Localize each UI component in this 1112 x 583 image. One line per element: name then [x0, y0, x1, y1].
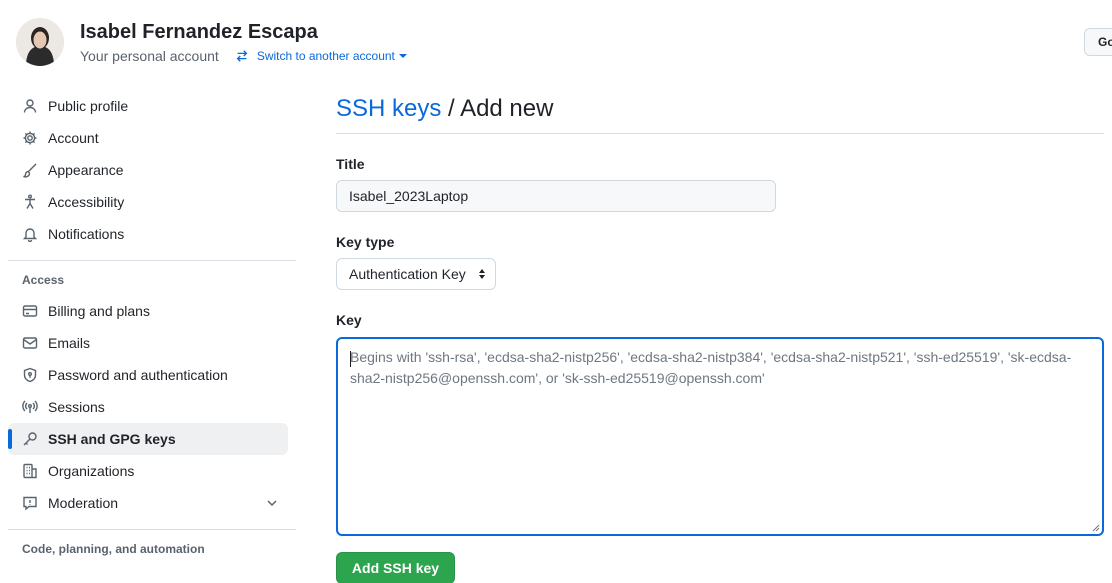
report-icon	[22, 495, 38, 511]
breadcrumb-separator: /	[441, 95, 461, 122]
bell-icon	[22, 226, 38, 242]
sidebar-item-label: Billing and plans	[48, 303, 150, 319]
key-type-label: Key type	[336, 234, 395, 250]
caret-down-icon	[398, 54, 407, 58]
sidebar-item-label: Moderation	[48, 495, 119, 511]
title-input[interactable]: Isabel_2023Laptop	[336, 180, 776, 212]
title-label: Title	[336, 156, 365, 172]
text-cursor	[350, 351, 351, 367]
sidebar-item-accessibility[interactable]: Accessibility	[8, 186, 296, 218]
paintbrush-icon	[22, 162, 38, 178]
section-title-code-planning: Code, planning, and automation	[22, 542, 205, 556]
sidebar-item-label: Account	[48, 130, 99, 146]
switch-arrows-icon	[236, 50, 248, 62]
mail-icon	[22, 335, 38, 351]
key-type-value: Authentication Key	[349, 266, 466, 282]
accessibility-icon	[22, 194, 38, 210]
sidebar-item-label: Password and authentication	[48, 367, 228, 383]
key-textarea[interactable]: Begins with 'ssh-rsa', 'ecdsa-sha2-nistp…	[336, 337, 1104, 536]
sidebar-item-account[interactable]: Account	[8, 122, 296, 154]
sidebar-item-label: Organizations	[48, 463, 135, 479]
sidebar-item-label: SSH and GPG keys	[48, 431, 176, 447]
sidebar-item-ssh-gpg-keys[interactable]: SSH and GPG keys	[8, 423, 288, 455]
page-title-text: Add new	[460, 95, 554, 122]
page-title: SSH keys / Add new	[336, 90, 1104, 134]
sidebar-item-password[interactable]: Password and authentication	[8, 359, 296, 391]
key-placeholder: Begins with 'ssh-rsa', 'ecdsa-sha2-nistp…	[350, 349, 1072, 386]
sidebar-item-organizations[interactable]: Organizations	[8, 455, 296, 487]
key-type-select[interactable]: Authentication Key	[336, 258, 496, 290]
key-icon	[22, 431, 38, 447]
sidebar-item-appearance[interactable]: Appearance	[8, 154, 296, 186]
sidebar-item-sessions[interactable]: Sessions	[8, 391, 296, 423]
sidebar-item-moderation[interactable]: Moderation	[8, 487, 296, 519]
gear-icon	[22, 130, 38, 146]
breadcrumb-ssh-keys[interactable]: SSH keys	[336, 95, 441, 122]
sidebar-item-public-profile[interactable]: Public profile	[8, 90, 296, 122]
sidebar-item-label: Sessions	[48, 399, 105, 415]
go-to-profile-button[interactable]: Go	[1084, 28, 1112, 56]
switch-account-link[interactable]: Switch to another account	[235, 46, 415, 66]
switch-account-label: Switch to another account	[256, 49, 395, 63]
sidebar-item-label: Emails	[48, 335, 91, 351]
broadcast-icon	[22, 399, 38, 415]
sidebar-item-notifications[interactable]: Notifications	[8, 218, 296, 250]
sidebar-item-emails[interactable]: Emails	[8, 327, 296, 359]
add-ssh-key-button[interactable]: Add SSH key	[336, 552, 455, 583]
resize-handle-icon[interactable]	[1092, 524, 1100, 532]
user-name: Isabel Fernandez Escapa	[80, 21, 318, 43]
shield-lock-icon	[22, 367, 38, 383]
key-label: Key	[336, 312, 362, 328]
avatar[interactable]	[16, 18, 64, 66]
sidebar-item-label: Accessibility	[48, 194, 125, 210]
sidebar-item-label: Appearance	[48, 162, 124, 178]
credit-card-icon	[22, 303, 38, 319]
section-title-access: Access	[22, 273, 65, 287]
sidebar-item-label: Public profile	[48, 98, 129, 114]
person-icon	[22, 98, 38, 114]
main-content: SSH keys / Add new Title Isabel_2023Lapt…	[336, 90, 1104, 583]
sidebar-item-billing[interactable]: Billing and plans	[8, 295, 296, 327]
select-arrows-icon	[479, 269, 485, 279]
sidebar-item-label: Notifications	[48, 226, 125, 242]
chevron-down-icon[interactable]	[264, 495, 280, 514]
settings-sidebar: Public profile Account Appearance Access…	[8, 90, 296, 564]
account-type-label: Your personal account	[80, 48, 219, 64]
account-header: Isabel Fernandez Escapa Your personal ac…	[16, 16, 415, 68]
organization-icon	[22, 463, 38, 479]
